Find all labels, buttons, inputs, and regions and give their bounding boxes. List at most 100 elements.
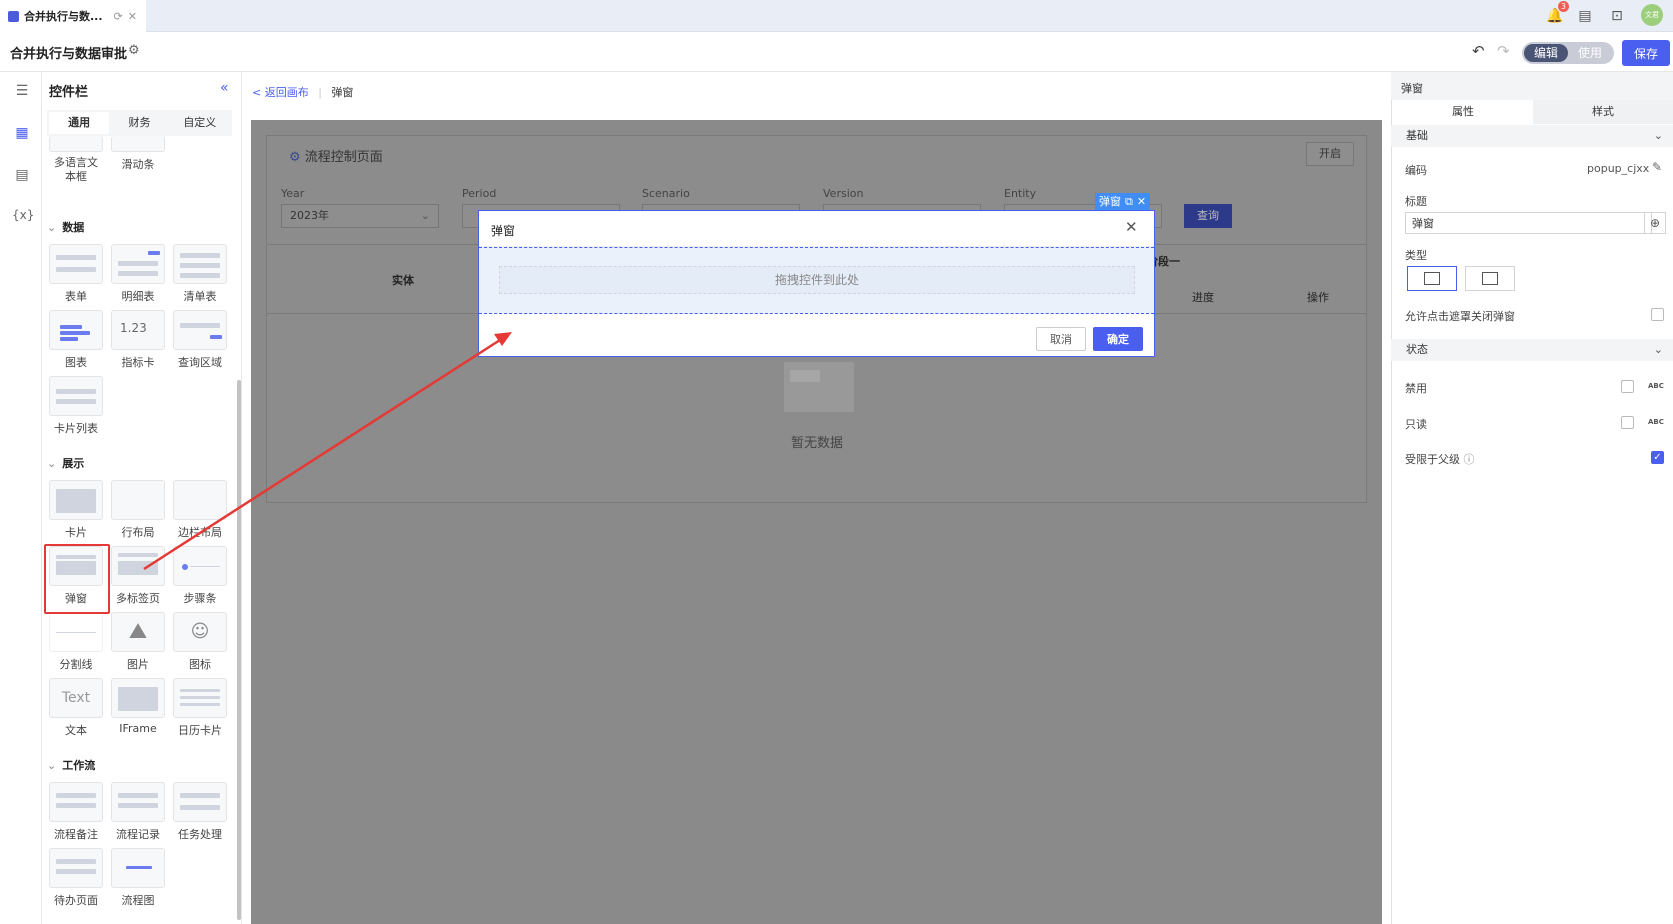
component-text[interactable]: Text 文本 <box>49 678 103 740</box>
component-image[interactable]: ⛰ 图片 <box>111 612 165 674</box>
panel-scrollbar[interactable] <box>237 380 241 920</box>
disabled-checkbox[interactable] <box>1621 380 1634 393</box>
empty-illustration-icon <box>770 356 866 416</box>
outline-icon[interactable]: ☰ <box>12 83 32 103</box>
tab-attributes[interactable]: 属性 <box>1393 100 1533 124</box>
flow-icon: ⚙ <box>289 150 301 165</box>
component-flow-note[interactable]: 流程备注 <box>49 782 103 844</box>
limit-parent-checkbox[interactable]: ✓ <box>1651 451 1664 464</box>
properties-tabs: 属性 样式 <box>1393 100 1673 124</box>
row-layout-icon <box>111 480 165 520</box>
close-icon[interactable]: ✕ <box>128 10 137 23</box>
page-icon <box>8 10 19 22</box>
component-sidebar-layout[interactable]: 边栏布局 <box>173 480 227 542</box>
component-detail-table[interactable]: 明细表 <box>111 244 165 306</box>
component-form[interactable]: 表单 <box>49 244 103 306</box>
undo-icon[interactable]: ↶ <box>1472 42 1485 60</box>
edit-icon[interactable]: ✎ <box>1652 160 1662 174</box>
component-slider[interactable]: 滑动条 <box>111 136 165 198</box>
mode-use[interactable]: 使用 <box>1568 44 1612 62</box>
component-calendar-card[interactable]: 日历卡片 <box>173 678 227 740</box>
indicator-card-icon: 1.23 <box>111 310 165 350</box>
highlight-box <box>44 544 110 614</box>
filter-year-select[interactable]: 2023年 ⌄ <box>281 204 439 228</box>
drop-zone[interactable]: 拖拽控件到此处 <box>479 247 1154 314</box>
bell-icon[interactable]: 🔔 3 <box>1545 1 1569 26</box>
readonly-checkbox[interactable] <box>1621 416 1634 429</box>
open-button[interactable]: 开启 <box>1306 142 1354 166</box>
mode-switch[interactable]: 编辑 使用 <box>1522 42 1614 64</box>
component-task[interactable]: 任务处理 <box>173 782 227 844</box>
code-label: 编码 <box>1405 164 1427 177</box>
component-tabs[interactable]: 多标签页 <box>111 546 165 608</box>
globe-icon[interactable]: ⊕ <box>1644 212 1666 234</box>
tab-custom[interactable]: 自定义 <box>170 112 230 134</box>
datasource-icon[interactable]: ▤ <box>12 167 32 187</box>
confirm-button[interactable]: 确定 <box>1093 327 1143 351</box>
tab-general[interactable]: 通用 <box>49 112 110 134</box>
avatar[interactable]: 文君 <box>1641 4 1663 26</box>
help-icon[interactable]: ⓘ <box>1464 453 1475 466</box>
query-button[interactable]: 查询 <box>1184 204 1232 228</box>
gear-icon[interactable]: ⚙ <box>128 43 140 58</box>
panel-title: 控件栏 <box>49 85 89 100</box>
chart-icon <box>49 310 103 350</box>
group-status[interactable]: 状态 ⌄ <box>1391 339 1673 361</box>
component-indicator-card[interactable]: 1.23 指标卡 <box>111 310 165 372</box>
empty-text: 暂无数据 <box>790 436 843 451</box>
todo-icon <box>49 848 103 888</box>
component-card-list[interactable]: 卡片列表 <box>49 376 103 438</box>
type-drawer-button[interactable] <box>1465 266 1515 291</box>
save-button[interactable]: 保存 <box>1622 40 1670 66</box>
component-multilang-text[interactable]: 多语言文本框 <box>49 136 103 198</box>
refresh-icon[interactable]: ⟳ <box>114 10 123 23</box>
type-dialog-button[interactable] <box>1407 266 1457 291</box>
component-card[interactable]: 卡片 <box>49 480 103 542</box>
component-divider[interactable]: 分割线 <box>49 612 103 674</box>
component-icon[interactable]: ☺ 图标 <box>173 612 227 674</box>
document-icon[interactable]: ▤ <box>1575 6 1595 26</box>
modal-title: 弹窗 <box>491 224 516 238</box>
section-display[interactable]: ⌄ 展示 <box>47 455 84 471</box>
mask-close-checkbox[interactable] <box>1651 308 1664 321</box>
col-action: 操作 <box>1307 291 1329 304</box>
title-input[interactable] <box>1405 212 1652 234</box>
collapse-icon[interactable]: « <box>220 80 229 96</box>
variable-icon[interactable]: {x} <box>12 208 34 228</box>
abc-readonly-icon[interactable]: ABC <box>1648 418 1664 426</box>
modal-tag[interactable]: 弹窗 ⧉ ✕ <box>1095 193 1151 211</box>
cancel-button[interactable]: 取消 <box>1036 327 1086 351</box>
canvas-topbar <box>243 72 1389 122</box>
redo-icon[interactable]: ↷ <box>1497 42 1510 60</box>
component-iframe[interactable]: IFrame <box>111 678 165 740</box>
component-steps[interactable]: 步骤条 <box>173 546 227 608</box>
tabs-icon <box>111 546 165 586</box>
component-flow-record[interactable]: 流程记录 <box>111 782 165 844</box>
component-todo-page[interactable]: 待办页面 <box>49 848 103 910</box>
mode-edit[interactable]: 编辑 <box>1524 44 1568 62</box>
section-workflow[interactable]: ⌄ 工作流 <box>47 757 95 773</box>
component-list-table[interactable]: 清单表 <box>173 244 227 306</box>
popup-modal[interactable]: 弹窗 ✕ 拖拽控件到此处 取消 确定 <box>478 210 1155 357</box>
copy-icon[interactable]: ⧉ <box>1125 193 1133 211</box>
component-row-layout[interactable]: 行布局 <box>111 480 165 542</box>
component-query-area[interactable]: 查询区域 <box>173 310 227 372</box>
chevron-down-icon: ⌄ <box>1653 129 1663 142</box>
component-chart[interactable]: 图表 <box>49 310 103 372</box>
app-header <box>0 32 1673 72</box>
back-link[interactable]: < 返回画布 <box>252 86 309 99</box>
section-data[interactable]: ⌄ 数据 <box>47 219 84 235</box>
group-basic[interactable]: 基础 ⌄ <box>1391 125 1673 147</box>
component-flowchart[interactable]: 流程图 <box>111 848 165 910</box>
tab-active[interactable]: 合并执行与数... ⟳ ✕ <box>0 0 146 32</box>
properties-title: 弹窗 <box>1401 82 1423 95</box>
properties-panel <box>1391 72 1673 924</box>
tab-finance[interactable]: 财务 <box>109 112 169 134</box>
task-icon <box>173 782 227 822</box>
components-icon[interactable]: ▦ <box>12 125 32 145</box>
inbox-icon[interactable]: ⊡ <box>1607 6 1627 26</box>
abc-disabled-icon[interactable]: ABC <box>1648 382 1664 390</box>
tag-close-icon[interactable]: ✕ <box>1137 193 1146 211</box>
tab-style[interactable]: 样式 <box>1533 100 1673 124</box>
modal-close-icon[interactable]: ✕ <box>1125 218 1138 236</box>
